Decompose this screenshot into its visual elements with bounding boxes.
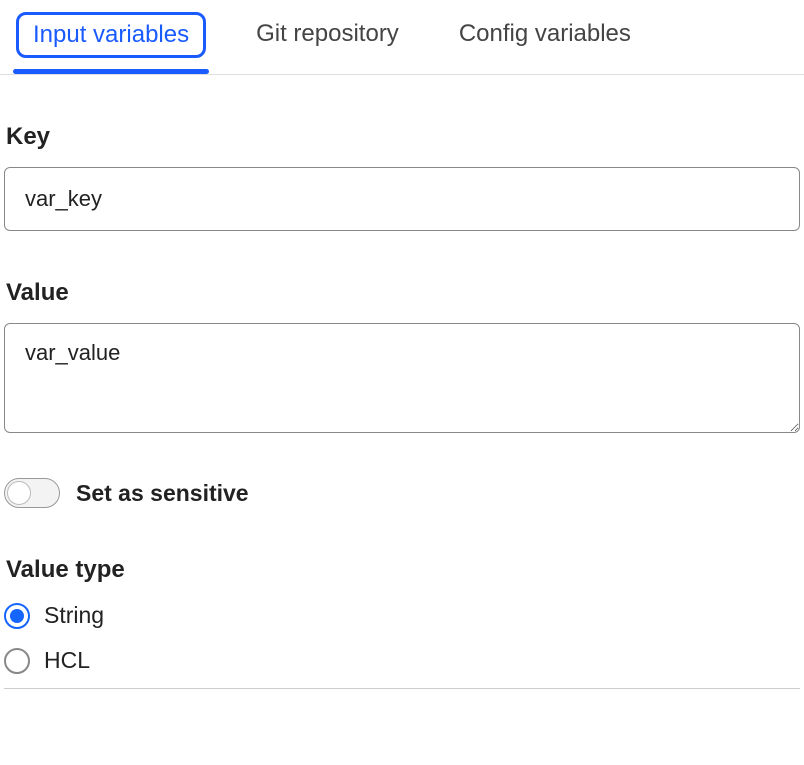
tab-bar: Input variables Git repository Config va… <box>0 0 804 75</box>
toggle-knob-icon <box>7 481 31 505</box>
tab-git-repository[interactable]: Git repository <box>246 12 409 74</box>
radio-string[interactable]: String <box>4 602 800 629</box>
value-textarea[interactable]: var_value <box>4 323 800 433</box>
key-input[interactable] <box>4 167 800 231</box>
sensitive-toggle-label: Set as sensitive <box>76 480 249 507</box>
value-label: Value <box>4 279 800 307</box>
radio-hcl-label: HCL <box>44 647 90 674</box>
tab-config-variables[interactable]: Config variables <box>449 12 641 74</box>
radio-icon <box>4 648 30 674</box>
variable-form: Key Value var_value Set as sensitive Val… <box>0 123 804 689</box>
sensitive-toggle[interactable] <box>4 478 60 508</box>
sensitive-toggle-row: Set as sensitive <box>4 478 800 508</box>
radio-hcl[interactable]: HCL <box>4 647 800 674</box>
value-type-label: Value type <box>4 556 800 584</box>
radio-icon <box>4 603 30 629</box>
radio-string-label: String <box>44 602 104 629</box>
tab-input-variables[interactable]: Input variables <box>16 12 206 58</box>
key-label: Key <box>4 123 800 151</box>
divider <box>4 688 800 689</box>
